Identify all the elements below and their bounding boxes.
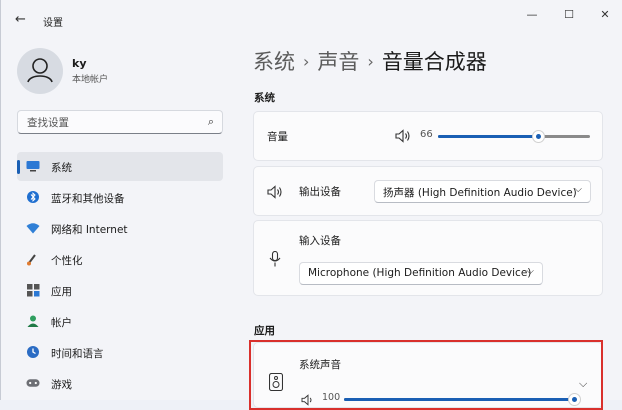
section-heading-apps: 应用 (254, 325, 275, 337)
input-device-value: Microphone (High Definition Audio Device… (308, 267, 532, 279)
sidebar-item-gaming[interactable]: 游戏 (17, 369, 223, 398)
output-device-label: 输出设备 (299, 186, 341, 198)
breadcrumb-separator: › (367, 52, 374, 71)
sidebar-item-apps[interactable]: 应用 (17, 276, 223, 305)
sidebar-item-bluetooth[interactable]: 蓝牙和其他设备 (17, 183, 223, 212)
search-input[interactable] (25, 114, 199, 132)
sidebar: ky 本地帐户 ⌕ 系统 蓝牙和其他设备 (1, 38, 237, 400)
account-icon (26, 314, 40, 328)
sidebar-item-label: 个性化 (51, 255, 83, 267)
input-device-dropdown[interactable]: Microphone (High Definition Audio Device… (299, 262, 543, 285)
sidebar-item-label: 游戏 (51, 379, 72, 391)
volume-slider[interactable] (438, 130, 590, 143)
gamepad-icon (26, 376, 40, 390)
output-device-card: 输出设备 扬声器 (High Definition Audio Device) … (253, 166, 603, 216)
breadcrumb-separator: › (303, 52, 310, 71)
volume-value: 66 (420, 129, 433, 140)
volume-slider-fill (438, 135, 538, 138)
sidebar-item-label: 网络和 Internet (51, 224, 128, 236)
sidebar-item-personalization[interactable]: 个性化 (17, 245, 223, 274)
input-device-label: 输入设备 (299, 235, 341, 247)
speaker-icon (267, 184, 283, 203)
active-indicator (17, 160, 20, 174)
settings-window: ← 设置 — ☐ ✕ ky 本地帐户 ⌕ 系统 (0, 0, 622, 410)
output-device-dropdown[interactable]: 扬声器 (High Definition Audio Device) ⌵ (374, 180, 591, 203)
bluetooth-icon (26, 190, 40, 204)
breadcrumb: 系统 › 声音 › 音量合成器 (253, 46, 487, 76)
user-name: ky (72, 57, 87, 70)
section-heading-system: 系统 (254, 92, 275, 104)
volume-card: 音量 66 (253, 111, 603, 161)
search-box[interactable]: ⌕ (17, 110, 223, 134)
sidebar-item-time-language[interactable]: 时间和语言 (17, 338, 223, 367)
output-device-value: 扬声器 (High Definition Audio Device) (383, 187, 577, 199)
speaker-icon[interactable] (395, 128, 411, 147)
chevron-down-icon: ⌵ (526, 266, 534, 277)
window-title: 设置 (43, 18, 63, 29)
sidebar-item-system[interactable]: 系统 (17, 152, 223, 181)
nav-list: 系统 蓝牙和其他设备 网络和 Internet 个性化 应用 帐户 时间和语言 … (17, 152, 223, 400)
volume-slider-thumb[interactable] (532, 130, 545, 143)
account-type: 本地帐户 (72, 75, 109, 85)
title-bar: ← 设置 — ☐ ✕ (1, 0, 622, 38)
page-title: 音量合成器 (381, 50, 487, 74)
sidebar-item-label: 系统 (51, 162, 72, 174)
sidebar-item-label: 应用 (51, 286, 72, 298)
sidebar-item-accounts[interactable]: 帐户 (17, 307, 223, 336)
chevron-down-icon: ⌵ (574, 184, 582, 195)
close-button[interactable]: ✕ (591, 8, 619, 24)
wifi-icon (26, 221, 40, 235)
clock-globe-icon (26, 345, 40, 359)
back-button[interactable]: ← (15, 12, 26, 27)
input-device-card: 输入设备 Microphone (High Definition Audio D… (253, 220, 603, 296)
microphone-icon (269, 250, 281, 271)
sidebar-item-label: 蓝牙和其他设备 (51, 193, 125, 205)
sidebar-item-label: 时间和语言 (51, 348, 104, 360)
sidebar-item-label: 帐户 (51, 317, 72, 329)
user-icon (27, 58, 53, 83)
monitor-icon (26, 159, 40, 173)
volume-label: 音量 (267, 131, 288, 143)
minimize-button[interactable]: — (518, 8, 546, 24)
main-content: 系统 › 声音 › 音量合成器 系统 音量 66 输出设备 扬声器 (High Defi… (249, 38, 613, 410)
apps-icon (26, 283, 40, 297)
sidebar-item-network[interactable]: 网络和 Internet (17, 214, 223, 243)
breadcrumb-sound[interactable]: 声音 (317, 50, 359, 74)
paintbrush-icon (26, 252, 40, 266)
maximize-button[interactable]: ☐ (555, 8, 583, 24)
search-icon[interactable]: ⌕ (208, 115, 214, 129)
avatar[interactable] (17, 48, 63, 94)
breadcrumb-system[interactable]: 系统 (253, 50, 295, 74)
